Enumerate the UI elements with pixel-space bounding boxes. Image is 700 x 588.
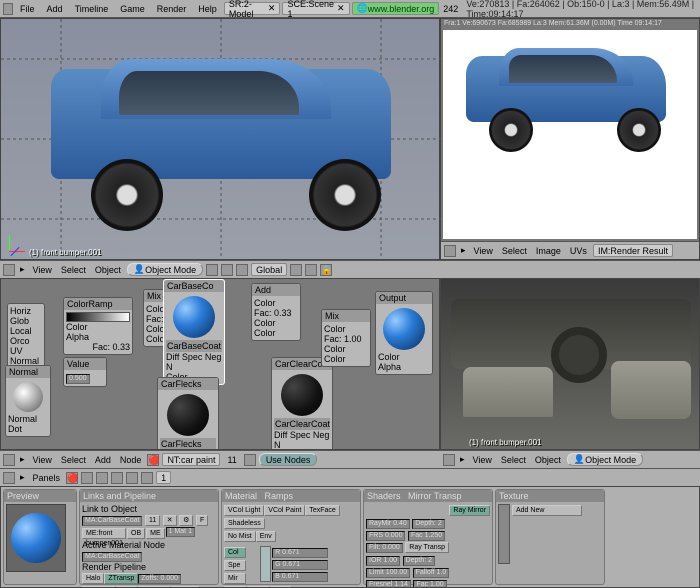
node-colorramp[interactable]: ColorRamp ColorAlpha Fac: 0.33 xyxy=(63,297,133,355)
render-result-image[interactable] xyxy=(443,30,697,239)
3d-viewport[interactable]: (1) front bumper.001 xyxy=(0,18,440,260)
editor-type-icon[interactable] xyxy=(3,264,15,276)
add-new-texture[interactable]: Add New xyxy=(512,505,582,516)
3d-viewport-interior[interactable]: (1) front bumper.001 xyxy=(440,278,700,450)
orientation-selector[interactable]: Global xyxy=(251,263,287,276)
menu-file[interactable]: File xyxy=(15,4,40,14)
buttons-window: Preview Links and Pipeline Link to Objec… xyxy=(0,486,700,588)
editor-type-icon[interactable] xyxy=(444,245,456,257)
menu-view[interactable]: View xyxy=(30,455,55,465)
node-output[interactable]: Output ColorAlpha xyxy=(375,291,433,375)
panel-links-pipeline: Links and Pipeline Link to Object MA:Car… xyxy=(79,489,219,585)
scene-selector[interactable]: SCE:Scene 1✕ xyxy=(282,2,349,15)
active-mat-field[interactable]: MA:CarBaseCoat xyxy=(82,552,142,562)
use-nodes-toggle[interactable]: Use Nodes xyxy=(259,453,318,466)
layer-button[interactable] xyxy=(290,264,302,276)
context-icon[interactable] xyxy=(141,472,153,484)
menu-view[interactable]: View xyxy=(471,246,496,256)
menu-game[interactable]: Game xyxy=(115,4,150,14)
menu-timeline[interactable]: Timeline xyxy=(70,4,114,14)
node-carbase[interactable]: CarBaseCo CarBaseCoat Diff Spec Neg N Co… xyxy=(163,279,225,385)
menu-node[interactable]: Node xyxy=(117,455,145,465)
context-icon[interactable] xyxy=(126,472,138,484)
3d-view-header: ▸ View Select Object 👤 Object Mode Globa… xyxy=(0,260,700,278)
menu-view[interactable]: View xyxy=(30,265,55,275)
menu-add[interactable]: Add xyxy=(42,4,68,14)
image-editor-header: ▸ View Select Image UVs IM:Render Result xyxy=(441,241,699,259)
screen-selector[interactable]: SR:2-Model✕ xyxy=(224,2,281,15)
image-name-field[interactable]: IM:Render Result xyxy=(593,244,673,257)
node-coords[interactable]: HorizGlob LocalOrco UVNormal xyxy=(7,303,45,369)
menu-view[interactable]: View xyxy=(470,455,495,465)
menu-image[interactable]: Image xyxy=(533,246,564,256)
buttons-header: ▸ Panels 🔴 1 xyxy=(0,468,700,486)
node-value[interactable]: Value0.500 xyxy=(63,357,107,387)
3d-view-header-2: ▸ View Select Object 👤 Object Mode xyxy=(440,450,700,468)
menu-add[interactable]: Add xyxy=(92,455,114,465)
pin-icon[interactable] xyxy=(244,454,256,466)
menu-select[interactable]: Select xyxy=(498,455,529,465)
mode-selector[interactable]: 👤 Object Mode xyxy=(127,263,203,276)
context-icon[interactable] xyxy=(111,472,123,484)
manipulator-icon[interactable] xyxy=(236,264,248,276)
panel-material: Material Ramps VCol LightVCol PaintTexFa… xyxy=(221,489,361,585)
pivot-icon[interactable] xyxy=(221,264,233,276)
panel-texture: Texture Add New xyxy=(495,489,605,585)
url-count: 242 xyxy=(443,4,458,14)
menu-render[interactable]: Render xyxy=(152,4,192,14)
panels-label: Panels xyxy=(30,473,64,483)
mode-selector[interactable]: 👤 Object Mode xyxy=(567,453,643,466)
url-link[interactable]: 🌐 www.blender.org xyxy=(352,2,440,15)
panel-preview: Preview xyxy=(3,489,77,585)
material-name-field[interactable]: MA:CarBaseCoat xyxy=(82,516,142,526)
active-object-label: (1) front bumper.001 xyxy=(29,248,101,257)
node-editor-header: ▸ View Select Add Node 🔴 NT:car paint 11… xyxy=(0,450,440,468)
editor-type-icon[interactable] xyxy=(3,472,15,484)
image-editor: Fra:1 Ve:690673 Fa:685989 La:3 Mem:61.36… xyxy=(440,18,700,260)
shading-icon[interactable] xyxy=(206,264,218,276)
node-carclear[interactable]: CarClearCoat CarClearCoat Diff Spec Neg … xyxy=(271,357,333,450)
info-header: File Add Timeline Game Render Help SR:2-… xyxy=(0,0,700,18)
node-normal[interactable]: Normal NormalDot xyxy=(5,365,51,437)
texture-slots[interactable] xyxy=(498,504,510,564)
menu-uvs[interactable]: UVs xyxy=(567,246,590,256)
node-add[interactable]: Add Color Fac: 0.33 ColorColor xyxy=(251,283,301,341)
lock-icon[interactable]: 🔒 xyxy=(320,264,332,276)
menu-select[interactable]: Select xyxy=(58,455,89,465)
node-editor[interactable]: HorizGlob LocalOrco UVNormal Normal Norm… xyxy=(0,278,440,450)
page-number[interactable]: 1 xyxy=(156,471,171,484)
editor-type-icon[interactable] xyxy=(443,454,455,466)
editor-type-icon[interactable] xyxy=(3,454,15,466)
menu-help[interactable]: Help xyxy=(193,4,222,14)
frame-stats: Fra:1 Ve:690673 Fa:685989 La:3 Mem:61.36… xyxy=(441,19,699,28)
menu-object[interactable]: Object xyxy=(532,455,564,465)
window-type-icon[interactable] xyxy=(3,3,13,15)
menu-object[interactable]: Object xyxy=(92,265,124,275)
context-shading-icon[interactable]: 🔴 xyxy=(66,472,78,484)
layer-button[interactable] xyxy=(305,264,317,276)
menu-select[interactable]: Select xyxy=(499,246,530,256)
context-icon[interactable] xyxy=(81,472,93,484)
active-object-label: (1) front bumper.001 xyxy=(469,438,541,447)
menu-select[interactable]: Select xyxy=(58,265,89,275)
panel-mirror-transp: Shaders Mirror Transp Ray Mirror RayMir … xyxy=(363,489,493,585)
scene-stats: Ve:270813 | Fa:264062 | Ob:150-0 | La:3 … xyxy=(466,0,697,19)
node-mix2[interactable]: Mix Color Fac: 1.00 ColorColor xyxy=(321,309,371,367)
context-icon[interactable] xyxy=(96,472,108,484)
node-carflecks[interactable]: CarFlecks CarFlecks xyxy=(157,377,219,450)
material-icon[interactable]: 🔴 xyxy=(147,454,159,466)
color-swatch[interactable] xyxy=(260,546,271,582)
material-preview[interactable] xyxy=(6,504,66,572)
nodetree-name[interactable]: NT:car paint xyxy=(162,453,220,466)
